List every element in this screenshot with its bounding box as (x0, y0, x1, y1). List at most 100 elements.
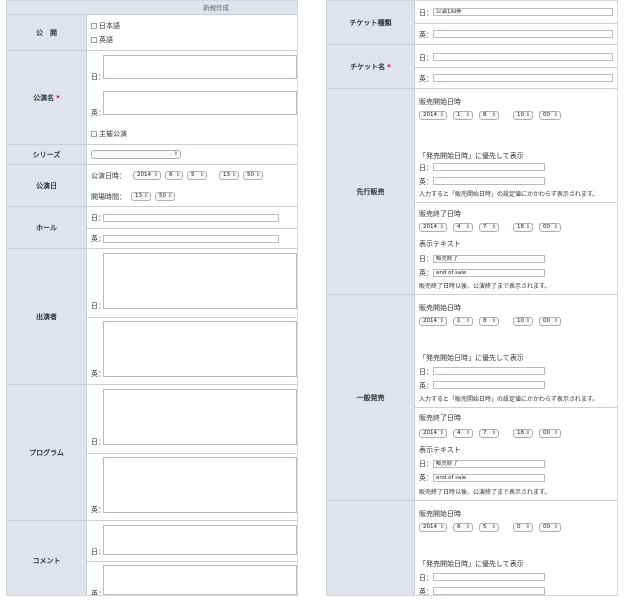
open-minute-select[interactable]: 50 ⇕ (155, 192, 175, 201)
presale-end-hour-select[interactable]: 18 ⇕ (513, 223, 533, 232)
third-sale-row: 販売開始日時 2014 ⇕ 6 ⇕ 5 ⇕ 0 ⇕ 00 ⇕ 「発売開始日時」に優先して表… (327, 501, 617, 596)
general-end-month-select[interactable]: 4 ⇕ (453, 429, 473, 438)
general-start-hour-select[interactable]: 10 ⇕ (513, 317, 533, 326)
hall-row: ホール 日： 英： (7, 207, 297, 249)
ticket-name-ja-label: 日： (419, 54, 433, 62)
ticket-type-en-input[interactable] (433, 30, 613, 38)
general-start-minute-select[interactable]: 00 ⇕ (539, 317, 561, 326)
sponsor-checkbox[interactable] (91, 131, 97, 137)
performance-datetime-label: 公演日時： (91, 172, 126, 180)
program-row: プログラム 日： 英： (7, 385, 297, 521)
third-start-hour-select[interactable]: 0 ⇕ (513, 523, 533, 532)
general-text-en-label: 英： (419, 474, 433, 482)
general-end-minute-select[interactable]: 00 ⇕ (539, 429, 561, 438)
presale-priority-ja-input[interactable] (433, 163, 545, 171)
series-select[interactable]: ⇕ (91, 150, 181, 159)
day-select[interactable]: 5 ⇕ (187, 171, 207, 180)
performer-ja-textarea[interactable] (103, 253, 297, 309)
ticket-type-en-label: 英： (419, 31, 433, 39)
third-priority-label: 「発売開始日時」に優先して表示 (419, 560, 524, 568)
presale-start-minute-select[interactable]: 00 ⇕ (539, 111, 561, 120)
general-priority-note: 入力すると「販売開始日時」の設定値にかかわらず表示されます。 (419, 396, 599, 403)
general-start-label: 販売開始日時 (419, 304, 461, 312)
date-row: 公演日 公演日時： 2014 ⇕ 6 ⇕ 5 ⇕ 13 ⇕ 50 ⇕ 開場時間： 13 ⇕ … (7, 165, 297, 207)
general-priority-ja-input[interactable] (433, 367, 545, 375)
general-sale-label: 一般発売 (327, 295, 415, 500)
presale-priority-en-input[interactable] (433, 177, 545, 185)
general-sale-row: 一般発売 販売開始日時 2014 ⇕ 1 ⇕ 8 ⇕ 10 ⇕ 00 ⇕ 「発売開始日時」… (327, 295, 617, 501)
ticket-name-en-input[interactable] (433, 74, 613, 82)
presale-start-hour-select[interactable]: 10 ⇕ (513, 111, 533, 120)
ticket-type-ja-input[interactable]: 公演1回券 (433, 8, 613, 16)
general-display-text-label: 表示テキスト (419, 446, 461, 454)
third-priority-ja-input[interactable] (433, 573, 545, 581)
comment-ja-textarea[interactable] (103, 525, 297, 555)
presale-start-day-select[interactable]: 8 ⇕ (479, 111, 499, 120)
third-sale-label (327, 501, 415, 595)
publish-japanese-checkbox[interactable] (91, 23, 97, 29)
general-end-day-select[interactable]: 7 ⇕ (479, 429, 499, 438)
presale-end-minute-select[interactable]: 00 ⇕ (539, 223, 561, 232)
presale-end-label: 販売終了日時 (419, 210, 461, 218)
general-start-day-select[interactable]: 8 ⇕ (479, 317, 499, 326)
presale-display-text-label: 表示テキスト (419, 240, 461, 248)
ticket-form-panel: チケット種類 日： 公演1回券 英： チケット名 * 日： 英： 先行販売 販売開… (326, 0, 618, 596)
hall-ja-input[interactable] (103, 214, 279, 222)
presale-start-month-select[interactable]: 1 ⇕ (453, 111, 473, 120)
title-ja-textarea[interactable] (103, 55, 297, 79)
form-title: 新規作成 (203, 4, 229, 12)
presale-end-year-select[interactable]: 2014 ⇕ (419, 223, 447, 232)
presale-text-ja-input[interactable]: 販売終了 (433, 255, 545, 263)
general-start-year-select[interactable]: 2014 ⇕ (419, 317, 447, 326)
third-priority-ja-label: 日： (419, 574, 433, 582)
third-start-month-select[interactable]: 6 ⇕ (453, 523, 473, 532)
program-ja-textarea[interactable] (103, 389, 297, 445)
third-priority-en-label: 英： (419, 588, 433, 596)
third-start-day-select[interactable]: 5 ⇕ (479, 523, 499, 532)
performer-en-textarea[interactable] (103, 321, 297, 377)
presale-text-en-input[interactable]: end of sale (433, 269, 545, 277)
series-row: シリーズ ⇕ (7, 145, 297, 165)
open-hour-select[interactable]: 13 ⇕ (131, 192, 151, 201)
month-select[interactable]: 6 ⇕ (165, 171, 183, 180)
presale-end-day-select[interactable]: 7 ⇕ (479, 223, 499, 232)
program-en-textarea[interactable] (103, 457, 297, 513)
publish-english-label: 英語 (99, 36, 113, 44)
presale-priority-note: 入力すると「販売開始日時」の設定値にかかわらず表示されます。 (419, 191, 599, 198)
required-mark: * (387, 62, 391, 71)
ticket-name-ja-input[interactable] (433, 53, 613, 61)
third-start-year-select[interactable]: 2014 ⇕ (419, 523, 447, 532)
chevron-updown-icon: ⇕ (173, 151, 178, 157)
general-end-year-select[interactable]: 2014 ⇕ (419, 429, 447, 438)
hour-select[interactable]: 13 ⇕ (219, 171, 239, 180)
performance-form-panel: 新規作成 公 開 日本語 英語 公演名 * 日： 英： 主催公演 シリーズ ⇕ 公… (6, 0, 298, 596)
performer-row: 出演者 日： 英： (7, 249, 297, 385)
minute-select[interactable]: 50 ⇕ (243, 171, 263, 180)
third-priority-en-input[interactable] (433, 587, 545, 595)
presale-row: 先行販売 販売開始日時 2014 ⇕ 1 ⇕ 8 ⇕ 10 ⇕ 00 ⇕ 「発売開始日時」… (327, 89, 617, 295)
general-end-note: 販売終了日時以後、公演終了まで表示されます。 (419, 489, 551, 496)
title-label: 公演名 * (7, 51, 87, 144)
ticket-name-label: チケット名 * (327, 45, 415, 88)
general-priority-en-input[interactable] (433, 381, 545, 389)
presale-end-month-select[interactable]: 4 ⇕ (453, 223, 473, 232)
presale-priority-ja-label: 日： (419, 164, 433, 172)
publish-english-checkbox[interactable] (91, 37, 97, 43)
third-start-minute-select[interactable]: 00 ⇕ (539, 523, 561, 532)
ticket-type-label: チケット種類 (327, 1, 415, 44)
open-time-label: 開場時間： (91, 193, 126, 201)
general-text-ja-label: 日： (419, 460, 433, 468)
required-mark: * (56, 93, 60, 102)
series-label: シリーズ (7, 145, 87, 164)
year-select[interactable]: 2014 ⇕ (133, 171, 161, 180)
general-text-en-input[interactable]: end of sale (433, 474, 545, 482)
general-start-month-select[interactable]: 1 ⇕ (453, 317, 473, 326)
publish-row: 公 開 日本語 英語 (7, 15, 297, 51)
comment-en-textarea[interactable] (103, 565, 297, 595)
presale-start-year-select[interactable]: 2014 ⇕ (419, 111, 447, 120)
general-priority-label: 「発売開始日時」に優先して表示 (419, 354, 524, 362)
general-end-hour-select[interactable]: 18 ⇕ (513, 429, 533, 438)
title-en-textarea[interactable] (103, 91, 297, 115)
general-text-ja-input[interactable]: 販売終了 (433, 460, 545, 468)
hall-en-input[interactable] (103, 235, 279, 243)
